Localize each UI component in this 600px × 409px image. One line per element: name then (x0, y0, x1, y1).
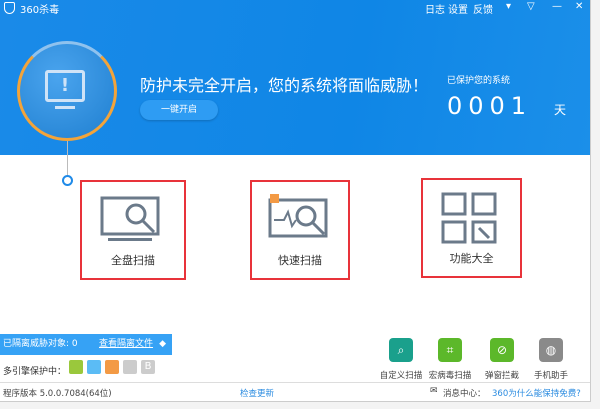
full-scan-button[interactable]: 全盘扫描 (80, 180, 186, 280)
arrow-icon: ◆ (159, 339, 166, 349)
quarantine-bar: 已隔离威胁对象: 0 查看隔离文件 ◆ (0, 334, 172, 355)
view-quarantine-link[interactable]: 查看隔离文件 (99, 334, 153, 355)
shield-logo-icon (4, 2, 15, 14)
phone-helper-label: 手机助手 (533, 371, 568, 381)
days-unit: 天 (554, 103, 567, 117)
check-update-link[interactable]: 检查更新 (240, 387, 274, 399)
close-icon[interactable]: ✕ (575, 1, 583, 12)
macro-scan-label: 宏病毒扫描 (428, 371, 472, 381)
footer: 程序版本 5.0.0.7084(64位) 检查更新 ✉ 消息中心： 360为什么… (0, 382, 590, 402)
phone-helper-icon: ◍ (539, 338, 563, 362)
app-title: 360杀毒 (20, 5, 60, 16)
all-features-button[interactable]: 功能大全 (421, 178, 522, 278)
magnifier-icon: ⌕ (389, 338, 413, 362)
feature-grid-icon (441, 192, 497, 244)
protected-label: 已保护您的系统 (447, 76, 511, 86)
full-scan-label: 全盘扫描 (111, 254, 155, 267)
custom-scan-label: 自定义扫描 (379, 371, 423, 381)
enable-protection-button[interactable]: 一键开启 (140, 100, 218, 120)
feedback-link[interactable]: 反馈 (473, 1, 493, 16)
timeline-line (67, 141, 68, 176)
block-icon: ⊘ (490, 338, 514, 362)
version-text: 程序版本 5.0.0.7084(64位) (3, 389, 112, 399)
timeline-dot (62, 175, 73, 186)
phone-helper-tool[interactable]: ◍ 手机助手 (526, 338, 576, 381)
bitdefender-engine-icon[interactable]: B (141, 360, 155, 374)
macro-scan-tool[interactable]: ⌗ 宏病毒扫描 (425, 338, 475, 381)
skin-icon[interactable]: ▾ (506, 1, 511, 12)
avira-engine-icon[interactable] (123, 360, 137, 374)
quarantine-count: 已隔离威胁对象: 0 (3, 339, 78, 349)
quick-scan-button[interactable]: 快速扫描 (250, 180, 350, 280)
monitor-stand (55, 106, 75, 109)
monitor-warning-icon: ! (45, 70, 85, 102)
free-link[interactable]: 360为什么能保持免费? (492, 387, 581, 399)
custom-scan-tool[interactable]: ⌕ 自定义扫描 (376, 338, 426, 381)
quick-scan-icon (268, 194, 328, 238)
repair-engine-icon[interactable] (105, 360, 119, 374)
popup-block-tool[interactable]: ⊘ 弹窗拦截 (477, 338, 527, 381)
settings-link[interactable]: 设置 (448, 1, 468, 16)
engines-label: 多引擎保护中： (3, 367, 67, 377)
minimize-icon[interactable]: — (552, 1, 562, 12)
menu-icon[interactable]: ▽ (527, 1, 535, 12)
mail-icon: ✉ (430, 386, 438, 396)
cloud-engine-icon[interactable] (69, 360, 83, 374)
status-headline: 防护未完全开启，您的系统将面临威胁！ (140, 76, 429, 95)
qvm-engine-icon[interactable] (87, 360, 101, 374)
all-features-label: 功能大全 (449, 252, 494, 265)
main-window: 360杀毒 日志 设置 反馈 ▾ ▽ — ✕ ! 防护未完全开启，您的系统将面临… (0, 0, 591, 402)
popup-block-label: 弹窗拦截 (484, 371, 519, 381)
macro-icon: ⌗ (438, 338, 462, 362)
full-scan-icon (100, 196, 160, 241)
log-link[interactable]: 日志 (425, 1, 445, 16)
message-center-label[interactable]: 消息中心： (443, 387, 486, 399)
status-header: 360杀毒 日志 设置 反馈 ▾ ▽ — ✕ ! 防护未完全开启，您的系统将面临… (0, 0, 590, 155)
quick-scan-label: 快速扫描 (278, 254, 322, 267)
protected-days: 0001 (447, 92, 533, 120)
